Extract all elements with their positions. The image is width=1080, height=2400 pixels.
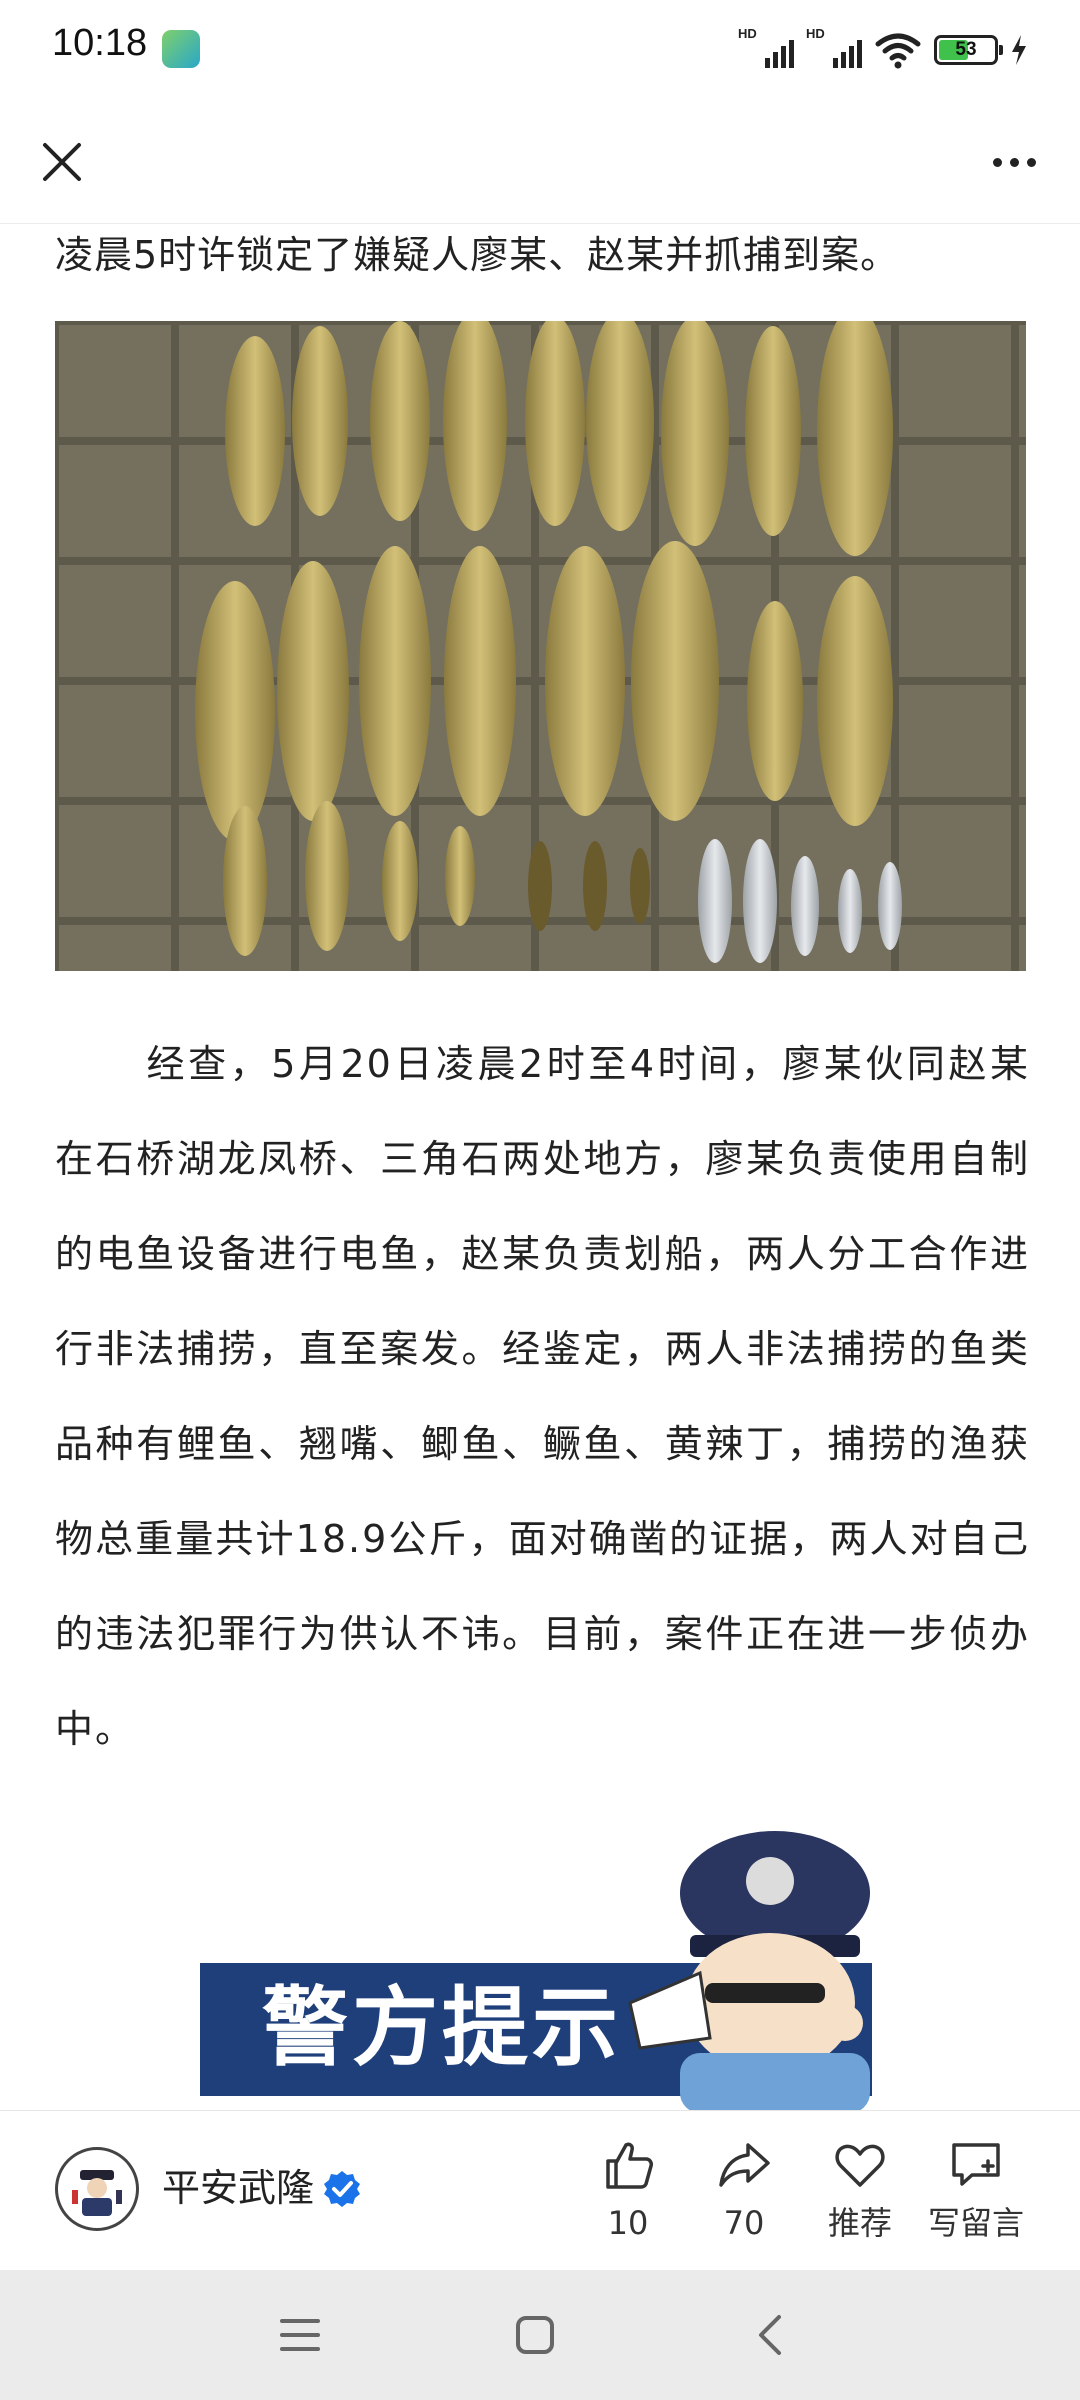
banner-title: 警方提示 (262, 1978, 622, 2078)
charging-icon (1012, 35, 1026, 65)
wifi-icon (875, 33, 921, 69)
like-button[interactable]: 10 (573, 2137, 683, 2247)
recommend-button[interactable]: 推荐 (805, 2137, 915, 2247)
bottom-action-bar: 平安武隆 10 70 推荐 写留言 (0, 2110, 1080, 2270)
signal-icon: HD (738, 26, 794, 70)
close-button[interactable] (30, 130, 94, 194)
more-button[interactable] (978, 130, 1050, 194)
menu-icon (280, 2319, 320, 2351)
back-button[interactable] (740, 2305, 800, 2365)
thumbs-up-icon (606, 2142, 653, 2189)
status-icons: HD HD 53 (738, 26, 1028, 72)
recommend-label: 推荐 (827, 2204, 892, 2242)
status-bar: 10:18 HD HD 53 (0, 0, 1080, 100)
share-count: 70 (723, 2204, 765, 2242)
signal-hd-label-2: HD (806, 26, 825, 41)
account-name[interactable]: 平安武隆 (162, 2163, 314, 2213)
more-icon-dot (1026, 157, 1036, 167)
comment-label: 写留言 (927, 2204, 1024, 2242)
article-paragraph: 经查，5月20日凌晨2时至4时间，廖某伙同赵某在石桥湖龙凤桥、三角石两处地方，廖… (55, 1017, 1030, 1777)
home-square-icon (516, 2316, 554, 2354)
recent-apps-button[interactable] (270, 2305, 330, 2365)
status-time: 10:18 (52, 22, 148, 64)
signal-hd-label: HD (738, 26, 757, 41)
heart-icon (835, 2144, 885, 2187)
account-avatar[interactable] (55, 2147, 139, 2231)
police-mascot-icon (628, 1831, 870, 2110)
system-nav-bar (0, 2270, 1080, 2400)
battery-icon: 53 (934, 35, 1003, 65)
share-button[interactable]: 70 (689, 2137, 799, 2247)
more-icon-dot (1009, 157, 1019, 167)
app-notification-icon (162, 30, 200, 68)
fish-photo-image (55, 321, 1026, 971)
article-content: 凌晨5时许锁定了嫌疑人廖某、赵某并抓捕到案。 经查，5月20日凌晨2时至4时间，… (0, 225, 1080, 2110)
verified-badge-icon (324, 2171, 360, 2207)
more-icon-dot (992, 157, 1002, 167)
fish-photo[interactable] (55, 321, 1026, 971)
comment-add-icon (952, 2143, 1000, 2186)
like-count: 10 (607, 2204, 649, 2242)
close-icon (43, 143, 81, 181)
write-comment-button[interactable]: 写留言 (921, 2137, 1031, 2247)
account-logo-icon (72, 2170, 122, 2216)
top-nav-bar (0, 100, 1080, 224)
home-button[interactable] (505, 2305, 565, 2365)
battery-level: 53 (955, 39, 977, 60)
share-icon (719, 2143, 770, 2187)
article-paragraph-text: 经查，5月20日凌晨2时至4时间，廖某伙同赵某在石桥湖龙凤桥、三角石两处地方，廖… (55, 1042, 1030, 1751)
signal-icon-2: HD (806, 26, 862, 70)
article-text-line: 凌晨5时许锁定了嫌疑人廖某、赵某并抓捕到案。 (55, 233, 900, 277)
back-chevron-icon (759, 2315, 781, 2355)
